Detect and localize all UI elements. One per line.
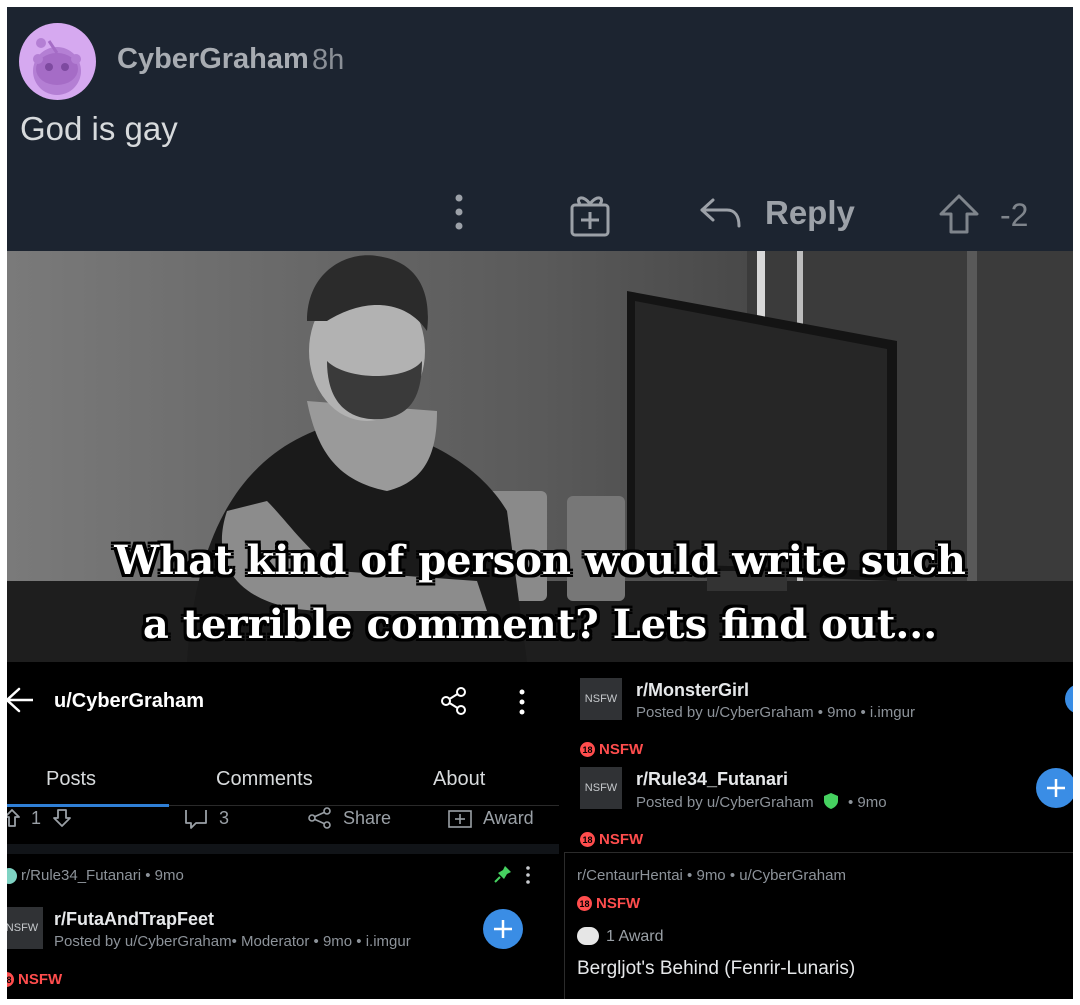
posts-panel: NSFW r/MonsterGirl Posted by u/CyberGrah… — [559, 662, 1073, 999]
pin-icon — [494, 866, 511, 883]
nsfw-tag: 18 NSFW — [7, 971, 62, 988]
profile-username: u/CyberGraham — [54, 690, 205, 712]
reply-label: Reply — [765, 194, 855, 231]
nsfw-18-badge-icon: 18 — [580, 832, 595, 847]
post-meta-author: Posted by u/CyberGraham — [636, 794, 814, 811]
post-meta: Posted by u/CyberGraham • 9mo — [636, 793, 887, 811]
nsfw-tag: 18 NSFW — [577, 895, 640, 912]
nsfw-label: NSFW — [596, 895, 641, 912]
tab-posts[interactable]: Posts — [46, 768, 96, 791]
post-meta: Posted by u/CyberGraham • 9mo • i.imgur — [636, 704, 915, 721]
more-options-icon[interactable] — [523, 865, 533, 885]
card-border — [564, 852, 565, 999]
award-gift-icon[interactable] — [567, 192, 613, 238]
post-meta: Posted by u/CyberGraham• Moderator • 9mo… — [54, 933, 411, 950]
card-divider — [564, 852, 1073, 853]
nsfw-18-badge-icon: 18 — [7, 972, 14, 987]
reply-arrow-icon — [700, 198, 741, 228]
nsfw-thumbnail[interactable]: NSFW — [580, 767, 622, 809]
upvote-arrow-icon[interactable] — [7, 808, 21, 828]
share-label: Share — [343, 807, 392, 828]
plus-icon — [1047, 779, 1065, 797]
moderator-shield-icon — [823, 793, 838, 809]
plus-icon — [494, 920, 512, 938]
share-button[interactable]: Share — [307, 804, 391, 832]
join-button-edge[interactable] — [1065, 684, 1073, 714]
comment-age: 8h — [312, 44, 345, 76]
nsfw-label: NSFW — [599, 741, 644, 758]
nsfw-tag: 18 NSFW — [580, 831, 643, 848]
comment-username[interactable]: CyberGraham — [117, 43, 309, 76]
more-options-icon[interactable] — [515, 688, 529, 716]
nsfw-18-badge-icon: 18 — [580, 742, 595, 757]
meme-photo: What kind of person would write such a t… — [7, 251, 1073, 662]
post-meta-age: • 9mo — [847, 794, 887, 811]
award-badge-icon — [577, 927, 599, 945]
nsfw-thumbnail[interactable]: NSFW — [580, 678, 622, 720]
comment-bubble-icon — [185, 810, 207, 829]
post-meta[interactable]: r/CentaurHentai • 9mo • u/CyberGraham — [577, 867, 846, 884]
share-icon — [308, 807, 331, 829]
profile-panel: u/CyberGraham Posts Comments About 1 3 S… — [7, 662, 559, 999]
downvote-arrow-icon[interactable] — [51, 808, 73, 828]
post-title[interactable]: Bergljot's Behind (Fenrir-Lunaris) — [577, 958, 855, 980]
award-count: 1 Award — [606, 928, 664, 945]
nsfw-label: NSFW — [599, 831, 644, 848]
nsfw-18-badge-icon: 18 — [577, 896, 592, 911]
reply-button[interactable]: Reply — [699, 190, 855, 236]
pinned-post-meta[interactable]: r/Rule34_Futanari • 9mo — [7, 867, 184, 884]
award-button[interactable]: Award — [447, 804, 534, 832]
comment-body: God is gay — [20, 110, 178, 147]
comment-count: 3 — [219, 807, 230, 828]
award-label: Award — [483, 807, 534, 828]
award-box-icon — [448, 810, 472, 828]
tab-comments[interactable]: Comments — [216, 768, 313, 791]
join-button[interactable] — [483, 909, 523, 949]
nsfw-tag: 18 NSFW — [580, 741, 643, 758]
tab-about[interactable]: About — [433, 768, 485, 791]
post-subreddit[interactable]: r/FutaAndTrapFeet — [54, 909, 214, 930]
vote-score: -2 — [1000, 197, 1029, 233]
share-icon[interactable] — [439, 686, 469, 716]
upvote-arrow-icon[interactable] — [937, 192, 981, 236]
comment-panel: CyberGraham 8h God is gay Reply -2 — [7, 7, 1073, 251]
more-options-icon[interactable] — [447, 192, 471, 232]
nsfw-thumbnail[interactable]: NSFW — [7, 907, 43, 949]
pinned-meta-text: r/Rule34_Futanari • 9mo — [21, 867, 184, 884]
vote-control[interactable]: 1 — [7, 804, 83, 832]
join-button[interactable] — [1036, 768, 1073, 808]
meme-caption: What kind of person would write such a t… — [114, 537, 966, 648]
post-subreddit[interactable]: r/Rule34_Futanari — [636, 769, 788, 790]
post-subreddit[interactable]: r/MonsterGirl — [636, 680, 749, 701]
feed-separator — [7, 844, 559, 854]
user-avatar[interactable] — [19, 23, 96, 100]
vote-count: 1 — [31, 807, 42, 828]
nsfw-label: NSFW — [18, 971, 63, 988]
snoo-avatar-icon — [33, 38, 81, 95]
comments-button[interactable]: 3 — [183, 804, 229, 832]
subreddit-avatar — [7, 867, 17, 884]
back-arrow-icon[interactable] — [7, 685, 33, 715]
